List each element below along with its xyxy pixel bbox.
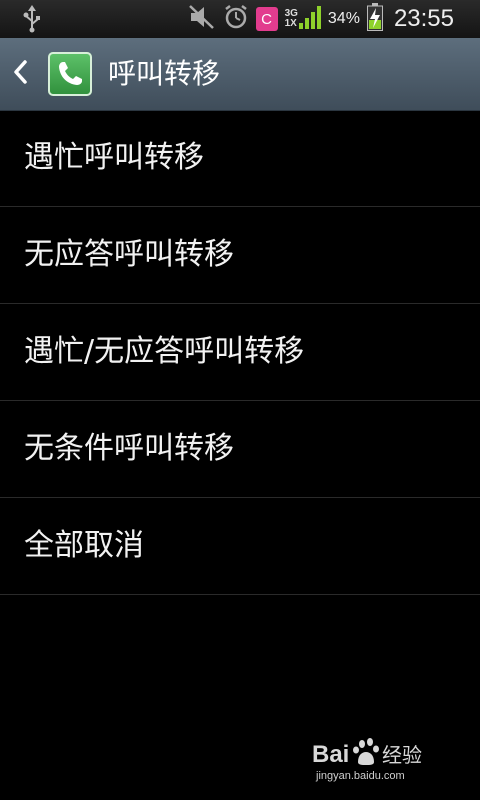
list-item-no-answer-forward[interactable]: 无应答呼叫转移 bbox=[0, 207, 480, 304]
list-item-busy-or-no-answer-forward[interactable]: 遇忙/无应答呼叫转移 bbox=[0, 304, 480, 401]
screen: C 3G 1X 34% 23:55 呼叫转移 遇忙呼叫转移 无应答呼叫转移 遇忙… bbox=[0, 0, 480, 800]
call-forwarding-list: 遇忙呼叫转移 无应答呼叫转移 遇忙/无应答呼叫转移 无条件呼叫转移 全部取消 bbox=[0, 110, 480, 595]
battery-charging-icon bbox=[366, 3, 383, 35]
svg-text:经验: 经验 bbox=[382, 743, 422, 767]
list-item-unconditional-forward[interactable]: 无条件呼叫转移 bbox=[0, 401, 480, 498]
status-icons: C 3G 1X 34% 23:55 bbox=[188, 0, 454, 38]
list-item-label: 无应答呼叫转移 bbox=[24, 237, 234, 272]
baidu-watermark: Bai 经验 jingyan.baidu.com bbox=[312, 736, 452, 782]
list-item-label: 无条件呼叫转移 bbox=[24, 431, 234, 466]
network-bottom-label: 1X bbox=[284, 18, 297, 29]
list-item-busy-forward[interactable]: 遇忙呼叫转移 bbox=[0, 110, 480, 207]
chevron-left-icon bbox=[12, 59, 28, 89]
battery-percent: 34% bbox=[327, 10, 360, 27]
title-bar: 呼叫转移 bbox=[0, 38, 480, 111]
network-type-indicator: 3G 1X bbox=[285, 9, 298, 29]
status-bar: C 3G 1X 34% 23:55 bbox=[0, 0, 480, 38]
carrier-c-icon: C bbox=[255, 7, 278, 31]
clock: 23:55 bbox=[393, 5, 454, 32]
list-item-label: 遇忙呼叫转移 bbox=[24, 140, 204, 175]
svg-text:Bai: Bai bbox=[312, 741, 349, 768]
baidu-logo: Bai 经验 bbox=[312, 738, 422, 768]
page-title: 呼叫转移 bbox=[108, 57, 221, 90]
signal-icon bbox=[298, 5, 321, 33]
watermark-url: jingyan.baidu.com bbox=[316, 770, 405, 782]
list-item-label: 全部取消 bbox=[24, 528, 144, 563]
mute-icon bbox=[188, 4, 216, 34]
list-item-label: 遇忙/无应答呼叫转移 bbox=[24, 334, 305, 369]
list-item-cancel-all[interactable]: 全部取消 bbox=[0, 498, 480, 595]
phone-icon bbox=[48, 52, 92, 96]
usb-icon bbox=[22, 5, 42, 37]
alarm-icon bbox=[223, 4, 249, 34]
